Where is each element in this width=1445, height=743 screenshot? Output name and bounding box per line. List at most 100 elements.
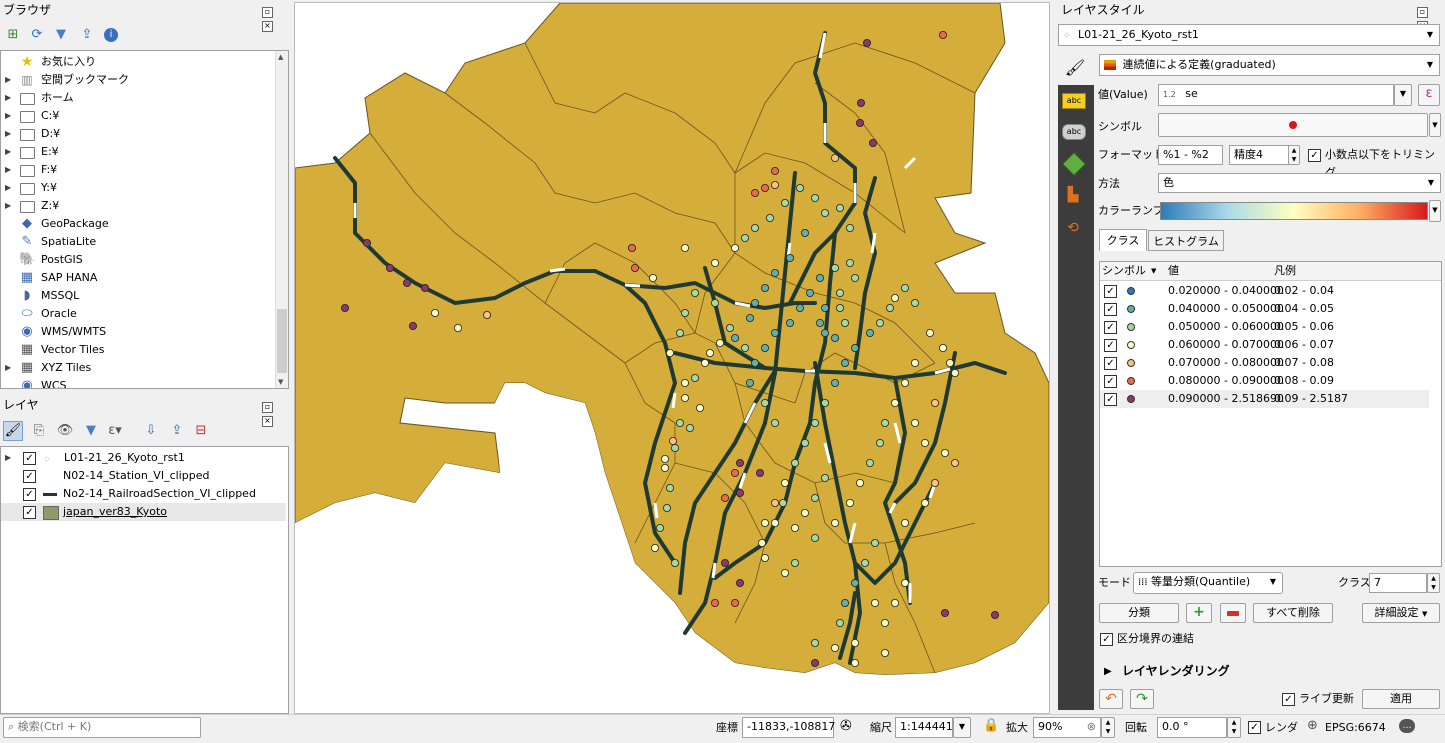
col-legend[interactable]: 凡例 — [1274, 262, 1296, 280]
browser-item[interactable]: ▶ ▦ XYZ Tiles — [1, 359, 273, 377]
layer-item[interactable]: ▶ ✓ ⁘ L01-21_26_Kyoto_rst1 — [1, 449, 286, 467]
trim-checkbox[interactable]: ✓ — [1308, 149, 1321, 162]
col-value[interactable]: 値 — [1168, 262, 1179, 280]
layer-item[interactable]: ✓ N02-14_Station_VI_clipped — [1, 467, 286, 485]
lock-scale-icon[interactable]: 🔒 — [983, 718, 999, 733]
class-legend[interactable]: 0.08 - 0.09 — [1274, 372, 1334, 390]
rotation-spinner[interactable]: ▲ ▼ — [1227, 717, 1241, 738]
search-input[interactable]: ⌕ 検索(Ctrl + K) — [3, 717, 201, 738]
class-symbol-icon[interactable] — [1127, 377, 1135, 385]
format-field[interactable]: %1 - %2 — [1158, 145, 1223, 165]
class-row[interactable]: ✓ 0.070000 - 0.080000 0.07 - 0.08 — [1100, 354, 1429, 372]
crs-globe-icon[interactable]: ⊕ — [1307, 718, 1318, 733]
style-manager-icon[interactable]: 🖌 — [3, 421, 23, 441]
class-value[interactable]: 0.020000 - 0.040000 — [1168, 282, 1284, 300]
map-canvas[interactable] — [294, 2, 1050, 714]
renderer-select[interactable]: 連続値による定義(graduated) ▼ — [1099, 54, 1440, 76]
class-checkbox[interactable]: ✓ — [1104, 339, 1117, 352]
live-update-checkbox[interactable]: ✓ — [1282, 693, 1295, 706]
browser-item[interactable]: ★ お気に入り — [1, 53, 273, 71]
browser-item[interactable]: ▶ F:¥ — [1, 161, 273, 179]
expand-rendering-icon[interactable]: ▶ — [1104, 666, 1112, 677]
browser-item[interactable]: ✎ SpatiaLite — [1, 233, 273, 251]
expand-arrow-icon[interactable]: ▶ — [5, 161, 13, 179]
coordinate-field[interactable]: -11833,-108817 — [742, 717, 835, 738]
expression-filter-icon[interactable]: ε▾ — [106, 422, 124, 440]
class-legend[interactable]: 0.02 - 0.04 — [1274, 282, 1334, 300]
refresh-icon[interactable]: ⟳ — [28, 26, 46, 44]
expand-arrow-icon[interactable]: ▶ — [5, 197, 13, 215]
precision-spinner[interactable]: ▲ ▼ — [1288, 145, 1300, 165]
browser-item[interactable]: ◆ GeoPackage — [1, 215, 273, 233]
class-value[interactable]: 0.060000 - 0.070000 — [1168, 336, 1284, 354]
browser-tree[interactable]: ★ お気に入り ▶ ▥ 空間ブックマーク ▶ ホーム ▶ C:¥ ▶ D:¥ ▶ E:¥ ▶ F:¥ ▶ Y:¥… — [0, 50, 289, 389]
layer-visibility-checkbox[interactable]: ✓ — [23, 488, 36, 501]
filter-legend-icon[interactable]: ▼ — [82, 422, 100, 440]
magnifier-spinner[interactable]: ▲ ▼ — [1101, 717, 1115, 738]
browser-item[interactable]: ◗ MSSQL — [1, 287, 273, 305]
class-checkbox[interactable]: ✓ — [1104, 357, 1117, 370]
class-row[interactable]: ✓ 0.050000 - 0.060000 0.05 - 0.06 — [1100, 318, 1429, 336]
tab-histogram[interactable]: ヒストグラム — [1148, 230, 1224, 251]
expand-arrow-icon[interactable]: ▶ — [5, 107, 13, 125]
diagram-icon[interactable]: ▙ — [1063, 187, 1083, 205]
class-value[interactable]: 0.070000 - 0.080000 — [1168, 354, 1284, 372]
render-checkbox[interactable]: ✓ — [1248, 721, 1261, 734]
col-symbol[interactable]: シンボル — [1102, 262, 1146, 280]
class-legend[interactable]: 0.07 - 0.08 — [1274, 354, 1334, 372]
layer-select[interactable]: ⁘ L01-21_26_Kyoto_rst1 ▼ — [1058, 24, 1440, 46]
mask-tab-icon[interactable]: abc — [1062, 124, 1086, 140]
browser-panel-controls[interactable]: ▫× — [262, 4, 284, 32]
crs-label[interactable]: EPSG:6674 — [1325, 719, 1386, 737]
layer-item[interactable]: ✓ No2-14_RailroadSection_VI_clipped — [1, 485, 286, 503]
class-value[interactable]: 0.090000 - 2.518690 — [1168, 390, 1284, 408]
add-selected-icon[interactable]: ⊞ — [4, 26, 22, 44]
scale-field[interactable]: 1:144441 — [895, 717, 953, 738]
expand-arrow-icon[interactable]: ▶ — [5, 89, 13, 107]
color-ramp-dropdown[interactable]: ▼ — [1429, 200, 1441, 222]
class-checkbox[interactable]: ✓ — [1104, 285, 1117, 298]
expand-all-icon[interactable]: ⇩ — [142, 422, 160, 440]
float-icon[interactable]: ▫ — [262, 7, 273, 18]
class-symbol-icon[interactable] — [1127, 359, 1135, 367]
label-tab-icon[interactable]: abc — [1062, 93, 1086, 109]
mouse-coordinate-icon[interactable]: ✇ — [840, 718, 852, 734]
class-row[interactable]: ✓ 0.020000 - 0.040000 0.02 - 0.04 — [1100, 282, 1429, 300]
apply-button[interactable]: 適用 — [1362, 689, 1440, 709]
class-row[interactable]: ✓ 0.080000 - 0.090000 0.08 - 0.09 — [1100, 372, 1429, 390]
layer-visibility-checkbox[interactable]: ✓ — [23, 470, 36, 483]
class-value[interactable]: 0.080000 - 0.090000 — [1168, 372, 1284, 390]
layer-item[interactable]: ✓ japan_ver83_Kyoto — [1, 503, 286, 521]
class-checkbox[interactable]: ✓ — [1104, 321, 1117, 334]
class-row[interactable]: ✓ 0.090000 - 2.518690 0.09 - 2.5187 — [1100, 390, 1429, 408]
visibility-icon[interactable]: 👁 — [56, 422, 74, 440]
expand-arrow-icon[interactable]: ▶ — [5, 449, 13, 467]
undo-button[interactable]: ↶ — [1099, 689, 1123, 709]
color-ramp-button[interactable] — [1160, 202, 1428, 220]
history-icon[interactable]: ⟲ — [1063, 220, 1083, 238]
class-row[interactable]: ✓ 0.040000 - 0.050000 0.04 - 0.05 — [1100, 300, 1429, 318]
symbol-dropdown-button[interactable]: ▼ — [1429, 113, 1441, 137]
advanced-button[interactable]: 詳細設定 ▼ — [1362, 603, 1440, 623]
browser-item[interactable]: ▶ ▥ 空間ブックマーク — [1, 71, 273, 89]
expand-arrow-icon[interactable]: ▶ — [5, 125, 13, 143]
mode-select[interactable]: ⁞⁞⁞ 等量分類(Quantile) ▼ — [1133, 572, 1283, 594]
remove-layer-icon[interactable]: ⊟ — [192, 422, 210, 440]
style-panel-controls[interactable]: ▫× — [1417, 4, 1439, 32]
delete-all-button[interactable]: すべて削除 — [1253, 603, 1333, 623]
browser-item[interactable]: ▶ C:¥ — [1, 107, 273, 125]
browser-item[interactable]: ▶ Y:¥ — [1, 179, 273, 197]
browser-item[interactable]: ▶ E:¥ — [1, 143, 273, 161]
expand-arrow-icon[interactable]: ▶ — [5, 71, 13, 89]
messages-icon[interactable]: … — [1399, 719, 1415, 733]
paint-brush-icon[interactable]: 🖌 — [1062, 56, 1088, 80]
class-symbol-icon[interactable] — [1127, 287, 1135, 295]
browser-item[interactable]: ▶ ホーム — [1, 89, 273, 107]
class-symbol-icon[interactable] — [1127, 395, 1135, 403]
browser-item[interactable]: ⬭ Oracle — [1, 305, 273, 323]
class-checkbox[interactable]: ✓ — [1104, 393, 1117, 406]
expand-arrow-icon[interactable]: ▶ — [5, 179, 13, 197]
classes-table[interactable]: シンボル ▼ 値 凡例 ✓ 0.020000 - 0.040000 0.02 - 0… — [1099, 261, 1442, 567]
browser-scrollbar[interactable]: ▲ ▼ — [275, 51, 288, 388]
classes-count-field[interactable]: 7 — [1369, 573, 1427, 593]
